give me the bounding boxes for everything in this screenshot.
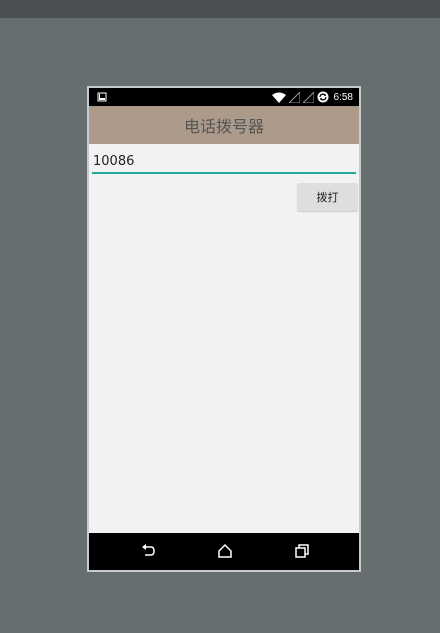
navigation-bar	[89, 533, 359, 570]
wifi-icon	[271, 92, 286, 103]
sync-icon	[317, 91, 329, 103]
dial-button[interactable]: 拨打	[297, 183, 358, 211]
status-time: 6:58	[333, 91, 353, 103]
emulator-frame: 6:58 电话拨号器 拨打	[87, 86, 361, 572]
top-strip	[0, 0, 440, 18]
app-title: 电话拨号器	[183, 117, 264, 136]
status-icons: 6:58	[271, 90, 353, 104]
phone-screen: 6:58 电话拨号器 拨打	[89, 88, 359, 570]
recents-icon[interactable]	[293, 542, 311, 560]
phone-number-input[interactable]	[92, 152, 356, 174]
app-bar: 电话拨号器	[89, 106, 359, 144]
signal-empty-icon	[302, 91, 314, 103]
status-bar: 6:58	[89, 88, 359, 106]
home-icon[interactable]	[216, 542, 234, 560]
signal-empty-icon	[288, 91, 300, 103]
notification-icon	[97, 92, 107, 102]
back-icon[interactable]	[139, 542, 157, 560]
